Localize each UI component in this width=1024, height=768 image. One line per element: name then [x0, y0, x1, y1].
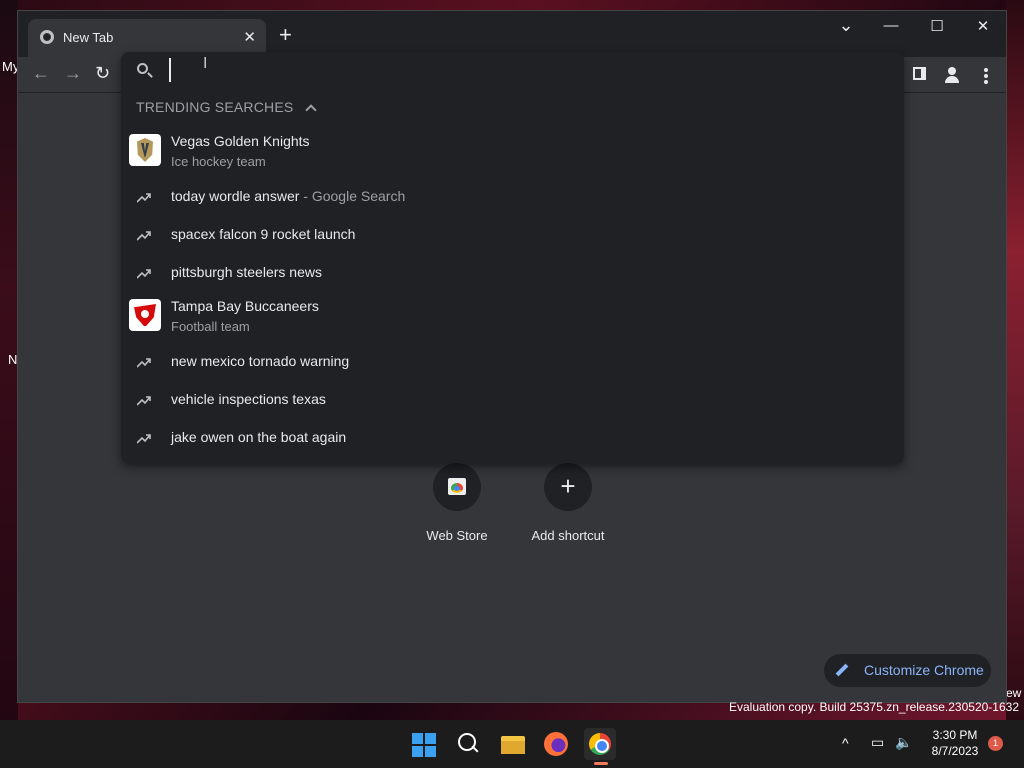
profile-icon — [944, 67, 960, 83]
suggestion-item[interactable]: jake owen on the boat again — [121, 428, 904, 452]
suggestion-item[interactable]: today wordle answer - Google Search — [121, 187, 904, 211]
pencil-icon — [835, 663, 849, 677]
back-button[interactable]: ← — [32, 63, 50, 84]
suggestion-text: Tampa Bay Buccaneers — [171, 298, 319, 314]
notification-badge[interactable]: 1 — [988, 736, 1003, 751]
suggestion-item[interactable]: Vegas Golden Knights Ice hockey team — [121, 132, 904, 172]
profile-button[interactable] — [944, 67, 960, 88]
suggestion-text: spacex falcon 9 rocket launch — [171, 226, 356, 242]
trending-icon — [136, 393, 151, 406]
add-shortcut-tile[interactable]: + — [544, 463, 592, 511]
suggestion-subtitle: Ice hockey team — [171, 154, 266, 169]
suggestion-item[interactable]: vehicle inspections texas — [121, 390, 904, 414]
omnibox-dropdown: I TRENDING SEARCHES Vegas Golden Knights… — [121, 52, 904, 463]
tampa-bay-buccaneers-logo-icon — [129, 299, 161, 331]
omnibox-input-row: I — [121, 52, 904, 88]
trending-icon — [136, 266, 151, 279]
tab-close-button[interactable]: ✕ — [243, 28, 256, 46]
more-vert-icon — [978, 68, 994, 84]
customize-chrome-button[interactable]: Customize Chrome — [824, 654, 991, 687]
side-panel-icon — [913, 67, 926, 80]
plus-icon: + — [560, 471, 576, 501]
taskbar-search-icon[interactable] — [452, 728, 484, 760]
suggestion-item[interactable]: spacex falcon 9 rocket launch — [121, 225, 904, 249]
suggestion-text: new mexico tornado warning — [171, 353, 350, 369]
chevron-up-icon[interactable] — [305, 104, 318, 116]
trending-icon — [136, 228, 151, 241]
network-icon[interactable]: ▭ — [871, 734, 884, 751]
trending-searches-title: TRENDING SEARCHES — [136, 99, 294, 115]
taskbar-clock[interactable]: 3:30 PM 8/7/2023 — [920, 727, 990, 759]
maximize-button[interactable]: ☐ — [914, 17, 960, 35]
menu-button[interactable] — [978, 68, 994, 84]
chrome-favicon-icon — [40, 30, 54, 44]
search-icon — [137, 63, 148, 74]
active-app-indicator — [594, 762, 608, 765]
trending-searches-header[interactable]: TRENDING SEARCHES — [136, 99, 318, 116]
volume-icon[interactable]: 🔈 — [895, 734, 912, 751]
suggestion-text: jake owen on the boat again — [171, 429, 347, 445]
suggestion-item[interactable]: pittsburgh steelers news — [121, 263, 904, 287]
clock-date: 8/7/2023 — [931, 744, 979, 758]
shortcut-web-store-tile[interactable] — [433, 463, 481, 511]
window-close-button[interactable]: ✕ — [960, 17, 1006, 35]
suggestion-text: pittsburgh steelers news — [171, 264, 322, 280]
reload-button[interactable]: ↻ — [95, 63, 110, 84]
add-shortcut-label: Add shortcut — [531, 528, 605, 543]
trending-icon — [136, 431, 151, 444]
chrome-taskbar-icon[interactable] — [584, 728, 616, 760]
omnibox-input[interactable] — [169, 58, 869, 82]
tray-chevron-up-icon[interactable]: ^ — [842, 735, 849, 751]
desktop-icon-label-n: N — [8, 352, 18, 367]
file-explorer-icon[interactable] — [497, 728, 529, 760]
desktop-right-edge — [1006, 0, 1024, 720]
text-cursor-icon: I — [203, 55, 208, 72]
forward-button[interactable]: → — [64, 63, 82, 84]
evaluation-watermark: Evaluation copy. Build 25375.zn_release.… — [729, 700, 1019, 714]
trending-icon — [136, 190, 151, 203]
suggestion-suffix: - Google Search — [299, 188, 406, 204]
shortcut-add[interactable]: + Add shortcut — [523, 463, 613, 543]
shortcut-web-store[interactable]: Web Store — [417, 463, 497, 543]
firefox-icon[interactable] — [540, 728, 572, 760]
web-store-icon — [448, 478, 466, 495]
desktop-icon-label-ew: ew — [1006, 686, 1022, 700]
tab-search-button[interactable]: ⌄ — [823, 15, 869, 36]
suggestion-item[interactable]: new mexico tornado warning — [121, 352, 904, 376]
suggestion-text: today wordle answer — [171, 188, 300, 204]
suggestion-item[interactable]: Tampa Bay Buccaneers Football team — [121, 297, 904, 337]
tab-strip: New Tab ✕ + ⌄ — ☐ ✕ — [18, 11, 1006, 57]
tab-title: New Tab — [63, 30, 114, 45]
suggestion-text: vehicle inspections texas — [171, 391, 326, 407]
windows-start-icon[interactable] — [408, 728, 440, 760]
clock-time: 3:30 PM — [932, 728, 978, 742]
suggestion-subtitle: Football team — [171, 319, 250, 334]
suggestion-text: Vegas Golden Knights — [171, 133, 310, 149]
taskbar: ^ ▭ 🔈 — [0, 720, 1024, 768]
new-tab-button[interactable]: + — [279, 24, 292, 46]
trending-icon — [136, 355, 151, 368]
shortcut-web-store-label: Web Store — [426, 528, 488, 543]
vegas-golden-knights-logo-icon — [129, 134, 161, 166]
minimize-button[interactable]: — — [868, 17, 914, 34]
suggestion-text-row: today wordle answer - Google Search — [171, 188, 405, 204]
side-panel-button[interactable] — [913, 67, 926, 85]
customize-chrome-label: Customize Chrome — [864, 662, 984, 678]
